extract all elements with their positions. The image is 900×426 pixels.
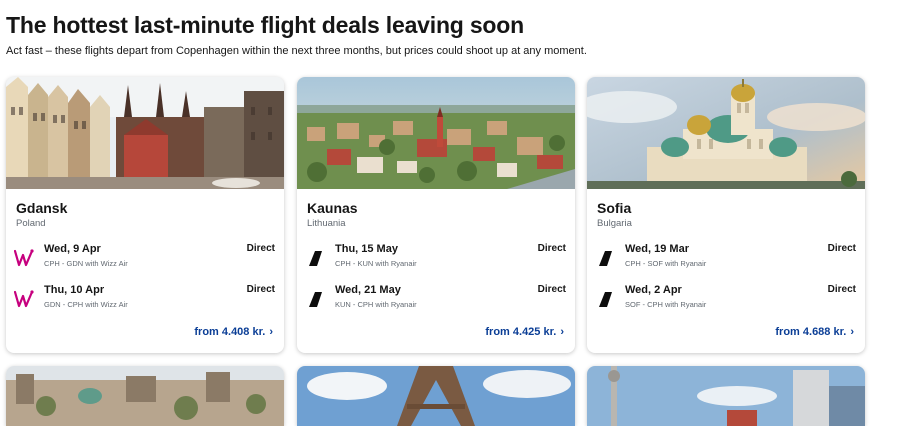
price-label: from 4.688 kr. bbox=[775, 326, 847, 338]
destination-country: Poland bbox=[16, 218, 46, 229]
chevron-right-icon: › bbox=[269, 326, 273, 338]
ryanair-tail-icon bbox=[599, 292, 612, 307]
deal-card-partial[interactable] bbox=[6, 366, 284, 426]
price-label: from 4.408 kr. bbox=[194, 326, 266, 338]
destination-country: Lithuania bbox=[307, 218, 346, 229]
city-photo bbox=[587, 366, 865, 426]
price-link[interactable]: from 4.688 kr. › bbox=[775, 326, 854, 338]
flight-type: Direct bbox=[246, 243, 275, 254]
flight-row: Wed, 9 Apr CPH - GDN with Wizz Air Direc… bbox=[6, 243, 284, 277]
destination-country: Bulgaria bbox=[597, 218, 632, 229]
flight-route: GDN - CPH with Wizz Air bbox=[44, 300, 128, 309]
wizz-air-logo-icon bbox=[14, 290, 34, 308]
city-photo bbox=[297, 366, 575, 426]
sofia-photo bbox=[587, 77, 865, 189]
deal-card-sofia[interactable]: Sofia Bulgaria Wed, 19 Mar CPH - SOF wit… bbox=[587, 77, 865, 353]
destination-city: Kaunas bbox=[307, 200, 358, 216]
flight-route: SOF - CPH with Ryanair bbox=[625, 300, 707, 309]
flight-type: Direct bbox=[246, 284, 275, 295]
price-link[interactable]: from 4.408 kr. › bbox=[194, 326, 273, 338]
flight-row: Wed, 21 May KUN - CPH with Ryanair Direc… bbox=[297, 284, 575, 318]
flight-date: Wed, 21 May bbox=[335, 284, 401, 296]
flight-route: CPH - GDN with Wizz Air bbox=[44, 259, 128, 268]
wizz-air-logo-icon bbox=[14, 249, 34, 267]
flight-date: Wed, 2 Apr bbox=[625, 284, 682, 296]
deal-card-partial[interactable] bbox=[587, 366, 865, 426]
flight-row: Thu, 15 May CPH - KUN with Ryanair Direc… bbox=[297, 243, 575, 277]
chevron-right-icon: › bbox=[560, 326, 564, 338]
chevron-right-icon: › bbox=[850, 326, 854, 338]
deal-card-partial[interactable] bbox=[297, 366, 575, 426]
flight-type: Direct bbox=[827, 243, 856, 254]
gdansk-photo bbox=[6, 77, 284, 189]
page-subtitle: Act fast – these flights depart from Cop… bbox=[6, 45, 587, 57]
kaunas-photo bbox=[297, 77, 575, 189]
flight-date: Wed, 19 Mar bbox=[625, 243, 689, 255]
page-title: The hottest last-minute flight deals lea… bbox=[6, 12, 524, 38]
ryanair-tail-icon bbox=[309, 251, 322, 266]
deal-card-gdansk[interactable]: Gdansk Poland Wed, 9 Apr CPH - GDN with … bbox=[6, 77, 284, 353]
city-photo bbox=[6, 366, 284, 426]
flight-route: CPH - KUN with Ryanair bbox=[335, 259, 417, 268]
flight-type: Direct bbox=[537, 243, 566, 254]
flight-date: Wed, 9 Apr bbox=[44, 243, 101, 255]
flight-route: CPH - SOF with Ryanair bbox=[625, 259, 707, 268]
price-label: from 4.425 kr. bbox=[485, 326, 557, 338]
flight-route: KUN - CPH with Ryanair bbox=[335, 300, 417, 309]
ryanair-tail-icon bbox=[309, 292, 322, 307]
flight-row: Wed, 2 Apr SOF - CPH with Ryanair Direct bbox=[587, 284, 865, 318]
ryanair-tail-icon bbox=[599, 251, 612, 266]
destination-city: Gdansk bbox=[16, 200, 68, 216]
price-link[interactable]: from 4.425 kr. › bbox=[485, 326, 564, 338]
destination-city: Sofia bbox=[597, 200, 632, 216]
deal-card-kaunas[interactable]: Kaunas Lithuania Thu, 15 May CPH - KUN w… bbox=[297, 77, 575, 353]
flight-type: Direct bbox=[827, 284, 856, 295]
flight-row: Thu, 10 Apr GDN - CPH with Wizz Air Dire… bbox=[6, 284, 284, 318]
flight-row: Wed, 19 Mar CPH - SOF with Ryanair Direc… bbox=[587, 243, 865, 277]
flight-date: Thu, 10 Apr bbox=[44, 284, 105, 296]
flight-date: Thu, 15 May bbox=[335, 243, 398, 255]
flight-type: Direct bbox=[537, 284, 566, 295]
